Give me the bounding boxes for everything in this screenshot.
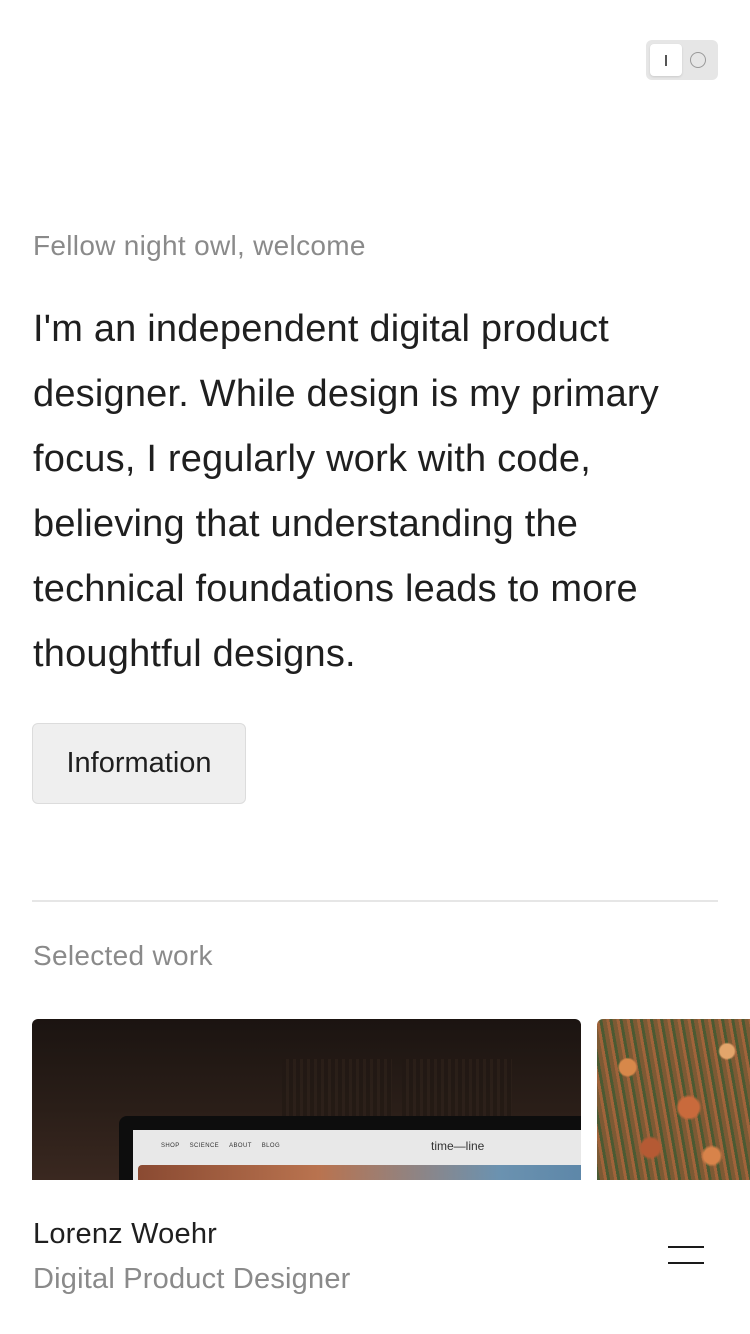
footer-role: Digital Product Designer — [33, 1263, 351, 1295]
site-title: time—line — [431, 1139, 485, 1153]
site-nav: SHOP SCIENCE ABOUT BLOG — [161, 1143, 280, 1149]
circle-icon — [690, 52, 706, 68]
information-button[interactable]: Information — [32, 723, 246, 804]
menu-line — [668, 1262, 704, 1264]
site-nav-item: BLOG — [261, 1143, 281, 1149]
footer-bar: Lorenz Woehr Digital Product Designer — [0, 1180, 750, 1334]
hamburger-icon[interactable] — [664, 1240, 708, 1270]
section-divider — [32, 900, 718, 902]
theme-toggle[interactable] — [646, 40, 718, 80]
footer-name: Lorenz Woehr — [33, 1218, 218, 1250]
site-nav-item: SHOP — [161, 1143, 180, 1149]
bio-text: I'm an independent digital product desig… — [33, 308, 659, 675]
work-card-timeline[interactable]: SHOP SCIENCE ABOUT BLOG time—line — [32, 1019, 581, 1180]
work-card-flowers[interactable] — [597, 1019, 750, 1180]
toggle-knob — [650, 44, 682, 76]
selected-work-label: Selected work — [33, 940, 213, 971]
site-nav-item: ABOUT — [229, 1143, 252, 1149]
greeting-text: Fellow night owl, welcome — [33, 230, 366, 261]
laptop-mockup: SHOP SCIENCE ABOUT BLOG time—line — [119, 1116, 581, 1180]
site-hero-image — [138, 1165, 581, 1180]
laptop-screen: SHOP SCIENCE ABOUT BLOG time—line — [133, 1130, 581, 1180]
menu-line — [668, 1246, 704, 1248]
site-nav-item: SCIENCE — [189, 1143, 220, 1149]
bar-icon — [665, 54, 667, 66]
